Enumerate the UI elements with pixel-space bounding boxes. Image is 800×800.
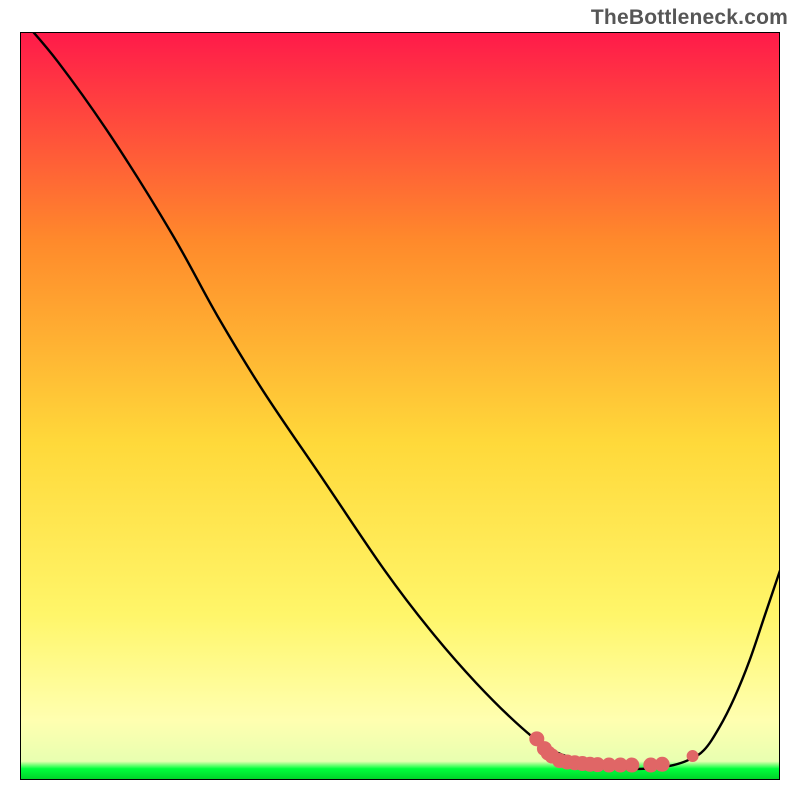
optimal-point-marker [655,757,670,772]
watermark-text: TheBottleneck.com [591,6,788,30]
optimal-point-marker [624,758,639,773]
bottleneck-chart [20,32,780,780]
optimal-point-marker [687,750,699,762]
chart-container: TheBottleneck.com [0,0,800,800]
chart-svg [20,32,780,780]
gradient-background [20,32,780,780]
